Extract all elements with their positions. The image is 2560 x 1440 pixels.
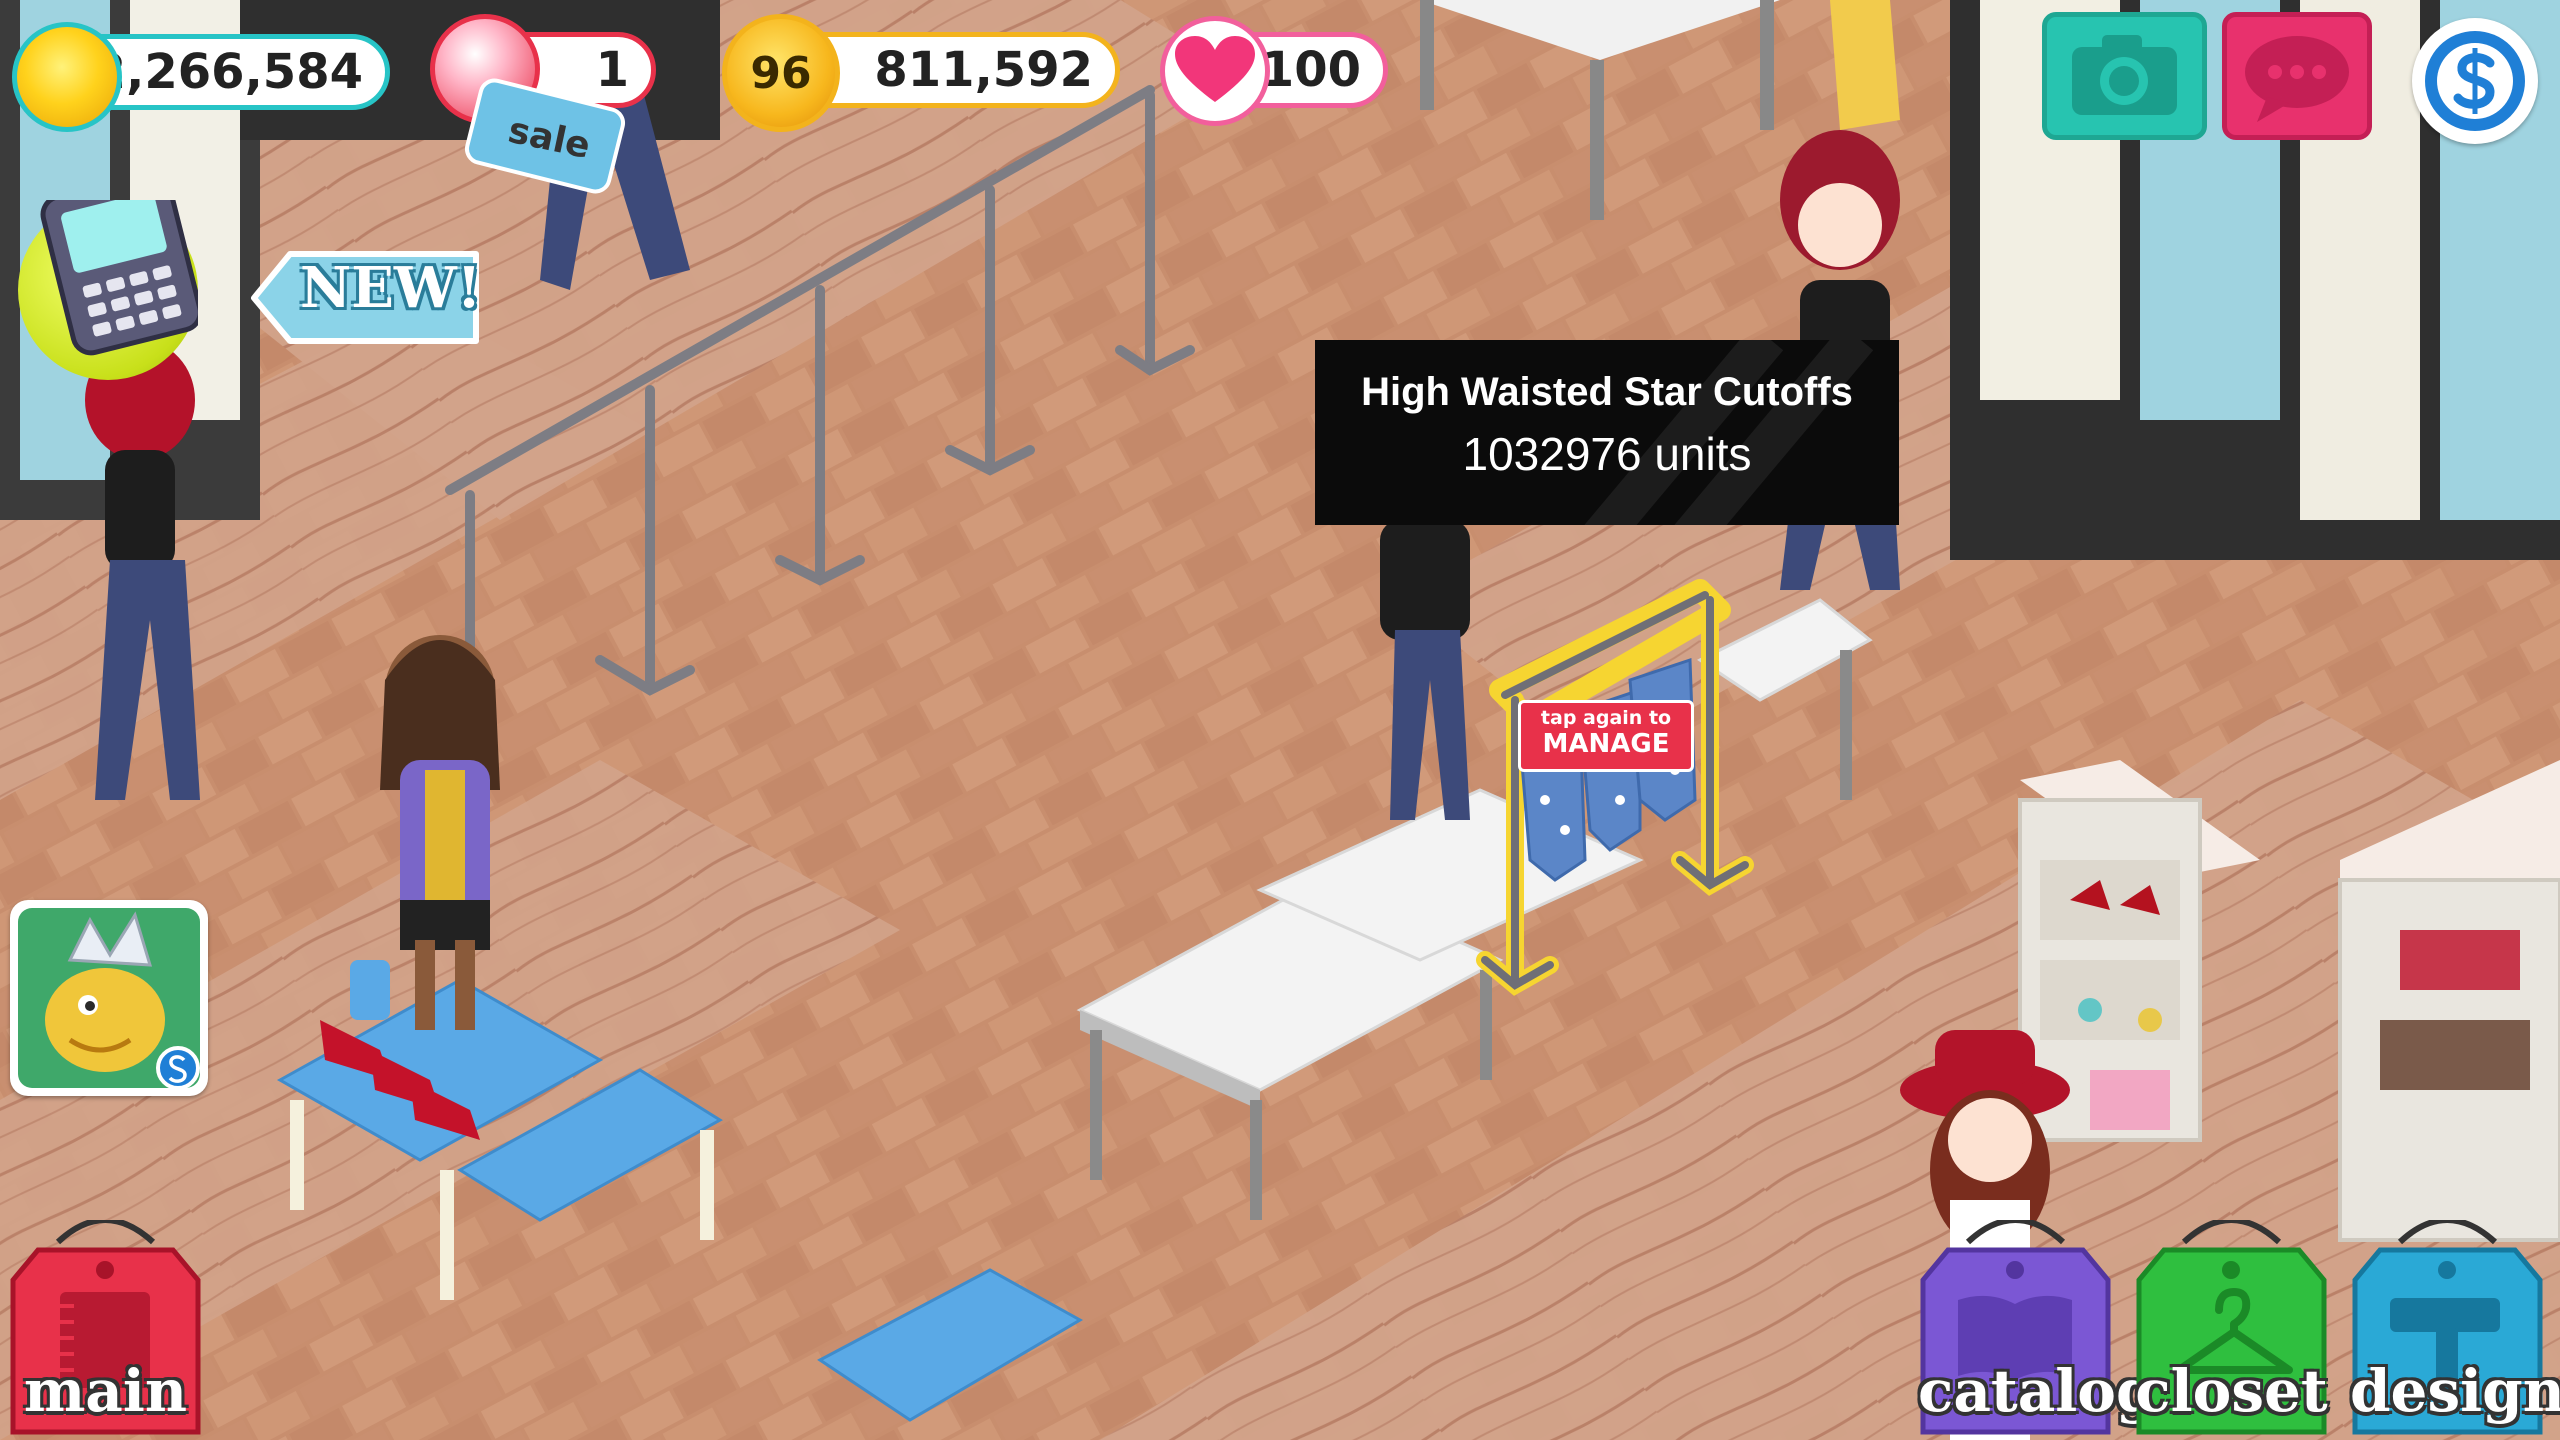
main-tab-button[interactable]: main xyxy=(8,1217,203,1435)
catalog-tab-button[interactable]: catalog xyxy=(1918,1217,2157,1435)
closet-tab-button[interactable]: closet xyxy=(2134,1217,2329,1435)
gem-count: 1 xyxy=(595,42,629,98)
coin-count: 2,266,584 xyxy=(92,44,363,100)
camera-icon xyxy=(2072,35,2177,115)
design-tab-button[interactable]: design xyxy=(2350,1217,2560,1435)
coin-icon xyxy=(12,22,122,132)
level-star-icon: 96 xyxy=(722,14,840,132)
tooltip-units: 1032976 units xyxy=(1462,428,1752,480)
manage-prompt-line2: MANAGE xyxy=(1542,729,1670,759)
phone-icon xyxy=(40,171,203,356)
storm8-logo-icon xyxy=(2425,31,2525,131)
camera-button[interactable] xyxy=(2042,12,2207,140)
new-badge-label: NEW! xyxy=(300,255,482,321)
storm8-button[interactable] xyxy=(2412,18,2538,144)
heart-icon xyxy=(1160,16,1270,126)
level-number: 96 xyxy=(750,47,812,99)
design-tab-label: design xyxy=(2350,1357,2560,1425)
closet-tab-label: closet xyxy=(2135,1357,2328,1425)
main-tab-label: main xyxy=(23,1357,188,1425)
chat-button[interactable] xyxy=(2222,12,2372,140)
item-tooltip: High Waisted Star Cutoffs 1032976 units xyxy=(1315,340,1899,525)
dragon-promo-icon xyxy=(18,908,200,1090)
heart-shape xyxy=(1175,36,1255,102)
chat-bubble-icon xyxy=(2245,36,2349,122)
catalog-tab-label: catalog xyxy=(1918,1357,2157,1425)
heart-count: 100 xyxy=(1260,42,1361,98)
phone-button[interactable] xyxy=(18,171,203,380)
manage-prompt[interactable]: tap again to MANAGE xyxy=(1518,700,1694,772)
promo-game-tile[interactable] xyxy=(10,900,208,1096)
xp-count: 811,592 xyxy=(874,42,1093,98)
manage-prompt-line1: tap again to xyxy=(1540,707,1672,729)
